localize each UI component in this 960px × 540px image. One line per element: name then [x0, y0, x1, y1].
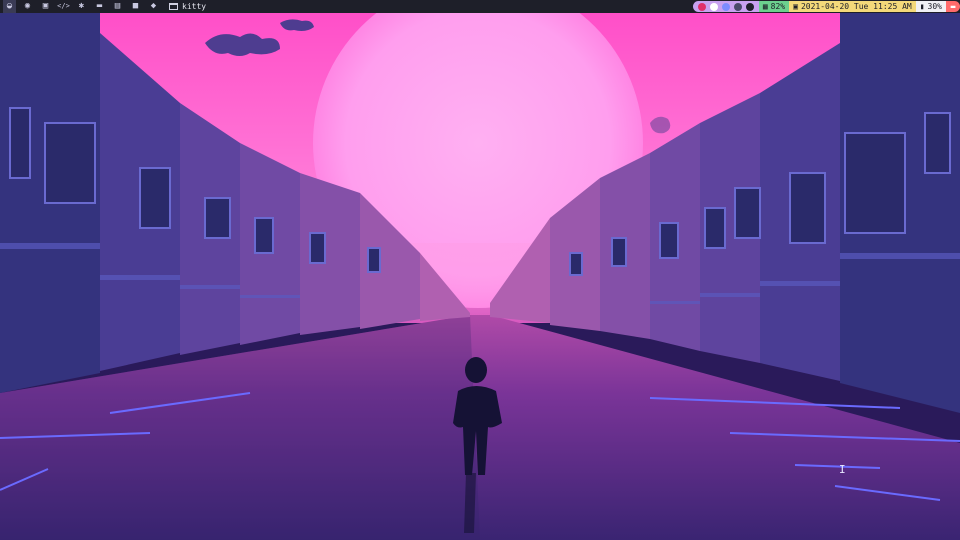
memory-value: 82%: [770, 2, 786, 11]
folder-icon[interactable]: ▬: [93, 0, 106, 13]
image-icon[interactable]: ▤: [111, 0, 124, 13]
power-icon: ▬: [950, 2, 956, 11]
discord-icon[interactable]: ▣: [39, 0, 52, 13]
clock-widget[interactable]: ▣ 2021-04-20 Tue 11:25 AM: [789, 1, 916, 12]
github-icon[interactable]: [745, 2, 754, 11]
battery-widget[interactable]: ▮ 30%: [915, 1, 946, 12]
window-title: kitty: [182, 2, 207, 11]
code-icon[interactable]: </>: [57, 0, 70, 13]
battery-value: 30%: [927, 2, 942, 11]
active-window[interactable]: kitty: [169, 2, 206, 11]
firefox-icon[interactable]: ◉: [21, 0, 34, 13]
clock-value: 2021-04-20 Tue 11:25 AM: [800, 2, 912, 11]
terminal-window-icon: [169, 3, 178, 10]
notification-icon[interactable]: [697, 2, 706, 11]
system-tray: [692, 1, 759, 12]
app-tray-icon[interactable]: [733, 2, 742, 11]
network-icon[interactable]: [709, 2, 718, 11]
arch-logo-icon[interactable]: ◒: [3, 0, 16, 13]
discord-tray-icon[interactable]: [721, 2, 730, 11]
power-button[interactable]: ▬: [946, 1, 960, 12]
system-tray-group: ▦ 82% ▣ 2021-04-20 Tue 11:25 AM ▮ 30% ▬: [691, 0, 960, 13]
calendar-icon: ▣: [793, 2, 798, 11]
workspace-switcher: ◒ ◉ ▣ </> ✱ ▬ ▤ ■ ◆ kitty: [0, 0, 206, 13]
settings-icon[interactable]: ✱: [75, 0, 88, 13]
text-cursor-icon: I: [839, 463, 846, 476]
status-bar: ◒ ◉ ▣ </> ✱ ▬ ▤ ■ ◆ kitty ▦ 82% ▣ 2021-0…: [0, 0, 960, 13]
layers-icon[interactable]: ◆: [147, 0, 160, 13]
battery-icon: ▮: [919, 2, 925, 11]
video-icon[interactable]: ■: [129, 0, 142, 13]
memory-widget[interactable]: ▦ 82%: [758, 1, 790, 12]
desktop-wallpaper: [0, 13, 960, 540]
memory-icon: ▦: [762, 2, 768, 11]
